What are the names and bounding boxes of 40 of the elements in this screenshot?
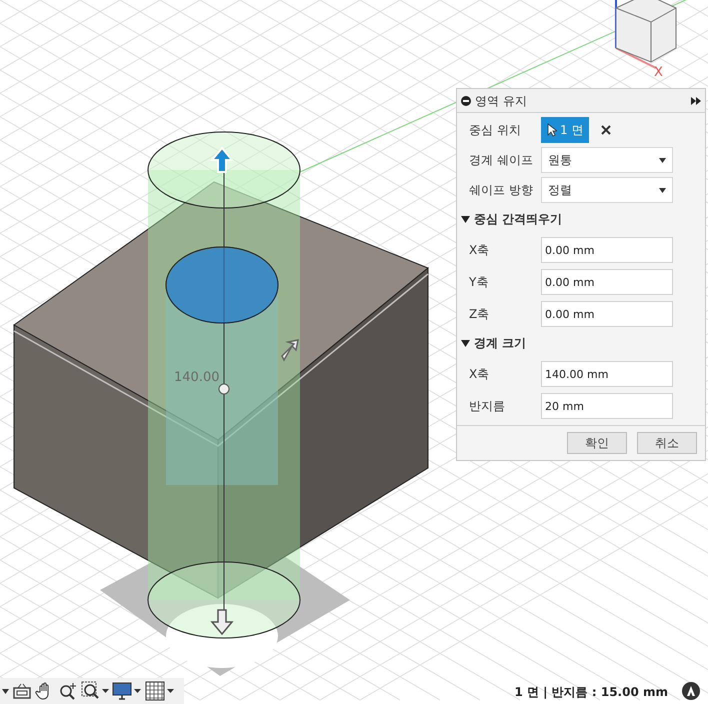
down-arrow-icon[interactable] [210,609,234,636]
input-field[interactable]: 0.00 mm [541,269,673,295]
dimension-label: 140.00 [174,369,220,387]
camera-icon[interactable] [12,682,32,700]
cursor-icon [547,123,557,137]
logo-icon [682,682,700,700]
panel-title: 영역 유지 [475,92,528,110]
caret-icon [659,158,666,162]
close-icon[interactable] [601,125,612,135]
field-label: 반지름 [468,398,506,415]
caret-icon[interactable] [2,688,9,694]
display-icon[interactable] [112,681,142,701]
input-field[interactable]: 20 mm [541,393,673,419]
zoom-window-icon[interactable] [81,681,109,701]
input-field[interactable]: 140.00 mm [541,361,673,387]
dropdown[interactable]: 정렬 [541,177,673,203]
expand-icon[interactable] [691,96,701,104]
status-text: 1 면 | 반지름 : 15.00 mm [514,684,668,701]
field-label: X축 [468,242,490,259]
field-label: Z축 [468,306,490,323]
dialog-button[interactable]: 취소 [637,432,697,454]
section-header[interactable]: 경계 크기 [461,331,701,355]
zoom-icon[interactable] [58,681,78,701]
input-field[interactable]: 0.00 mm [541,301,673,327]
field-label: X축 [468,366,490,383]
up-arrow-icon[interactable] [210,146,234,173]
grid-icon[interactable] [145,681,175,701]
field-label: 쉐이프 방향 [468,182,534,199]
selection-button[interactable]: 1 면 [541,117,590,143]
field-label: 경계 쉐이프 [468,152,534,169]
section-header[interactable]: 중심 간격띄우기 [461,207,701,231]
dropdown[interactable]: 원통 [541,147,673,173]
caret-icon [659,188,666,192]
field-label: 중심 위치 [468,122,522,139]
diagonal-arrow-icon[interactable] [281,339,299,362]
axis-label: X [654,66,663,79]
field-label: Y축 [468,274,490,291]
collapse-icon[interactable] [461,96,471,106]
dialog-button[interactable]: 확인 [567,432,627,454]
input-field[interactable]: 0.00 mm [541,237,673,263]
